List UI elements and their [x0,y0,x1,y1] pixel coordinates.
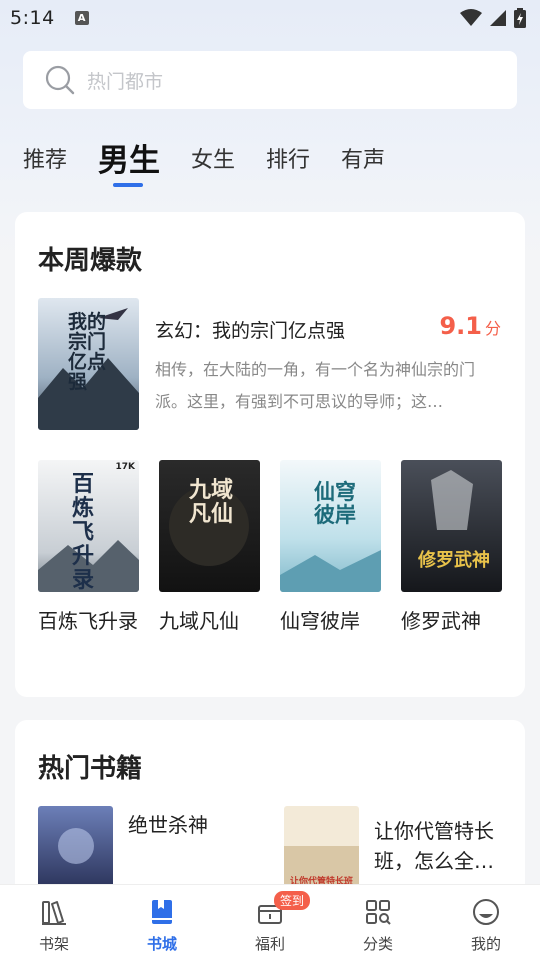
status-time: 5:14 [10,7,55,29]
nav-bookshelf[interactable]: 书架 [0,885,108,960]
search-icon [45,65,75,95]
book-cover: 17K 百炼飞升录 [38,460,139,592]
book-item[interactable]: 修罗武神 修罗武神 [401,460,502,636]
tab-ranking[interactable]: 排行 [266,138,310,184]
cover-title-art: 仙穹彼岸 [314,479,356,527]
book-item[interactable]: 仙穹彼岸 仙穹彼岸 [280,460,381,636]
bottom-nav: 书架 书城 签到 福利 分类 我的 [0,884,540,960]
section-title: 本周爆款 [38,246,143,276]
nav-label: 书城 [146,935,177,953]
book-title-line-2: 班，怎么全… [374,849,494,873]
book-title: 仙穹彼岸 [280,609,360,633]
search-placeholder: 热门都市 [87,70,164,93]
notification-icon: A [74,11,89,25]
bookshelf-icon [42,901,66,925]
featured-book-description: 相传，在大陆的一角，有一个名为神仙宗的门派。这里，有强到不可思议的导师；这… [155,360,476,411]
nav-category[interactable]: 分类 [324,885,432,960]
featured-book[interactable]: 我的宗门亿点强 玄幻：我的宗门亿点强 9.1 分 相传，在大陆的一角，有一个名为神… [38,298,503,430]
book-title: 九域凡仙 [159,609,239,633]
book-title: 修罗武神 [401,609,481,633]
search-input[interactable]: 热门都市 [23,51,517,109]
book-cover: 仙穹彼岸 [280,460,381,592]
nav-label: 我的 [470,935,501,953]
cover-title-art: 九域凡仙 [189,477,234,527]
book-cover: 我的宗门亿点强 [38,298,139,430]
featured-book-title: 玄幻：我的宗门亿点强 [155,320,346,342]
book-title: 百炼飞升录 [38,609,138,633]
weekly-hits-card: 本周爆款 我的宗门亿点强 玄幻：我的宗门亿点强 9.1 分 相传，在大陆的一角，有… [15,212,525,697]
score-value: 9.1 [439,312,482,340]
book-cover: 修罗武神 [401,460,502,592]
cover-badge: 17K [115,462,136,472]
wifi-icon [460,9,482,26]
status-bar: 5:14 A [0,0,540,36]
tab-audio[interactable]: 有声 [341,138,385,184]
cover-title-art: 我的宗门亿点强 [68,311,107,393]
signal-icon [490,10,506,26]
nav-label: 书架 [38,935,69,953]
nav-label: 福利 [254,935,285,953]
profile-icon [473,899,499,925]
cover-title-art: 修罗武神 [418,550,490,571]
tab-female[interactable]: 女生 [191,138,235,184]
nav-profile[interactable]: 我的 [432,885,540,960]
book-item[interactable]: 九域凡仙 九域凡仙 [159,460,260,636]
score-unit: 分 [484,319,501,338]
weekly-book-grid: 17K 百炼飞升录 百炼飞升录 九域凡仙 九域凡仙 仙穹彼岸 仙穹彼岸 修罗武神… [38,460,503,680]
book-item[interactable]: 17K 百炼飞升录 百炼飞升录 [38,460,139,636]
battery-icon [514,8,526,28]
nav-welfare[interactable]: 签到 福利 [216,885,324,960]
bookstore-icon [152,900,172,924]
section-title: 热门书籍 [38,754,143,784]
book-cover: 九域凡仙 [159,460,260,592]
nav-label: 分类 [362,935,393,953]
book-title: 绝世杀神 [128,813,208,837]
tab-male[interactable]: 男生 [98,138,160,187]
checkin-badge[interactable]: 签到 [274,891,311,910]
book-title-line-1: 让你代管特长 [374,819,494,843]
category-tabs: 推荐 男生 女生 排行 有声 [23,130,416,187]
nav-bookstore[interactable]: 书城 [108,885,216,960]
tab-recommend[interactable]: 推荐 [23,138,67,184]
cover-title-art: 百炼飞升录 [72,471,95,592]
featured-book-score: 9.1 分 [439,312,501,340]
category-icon [366,900,391,925]
